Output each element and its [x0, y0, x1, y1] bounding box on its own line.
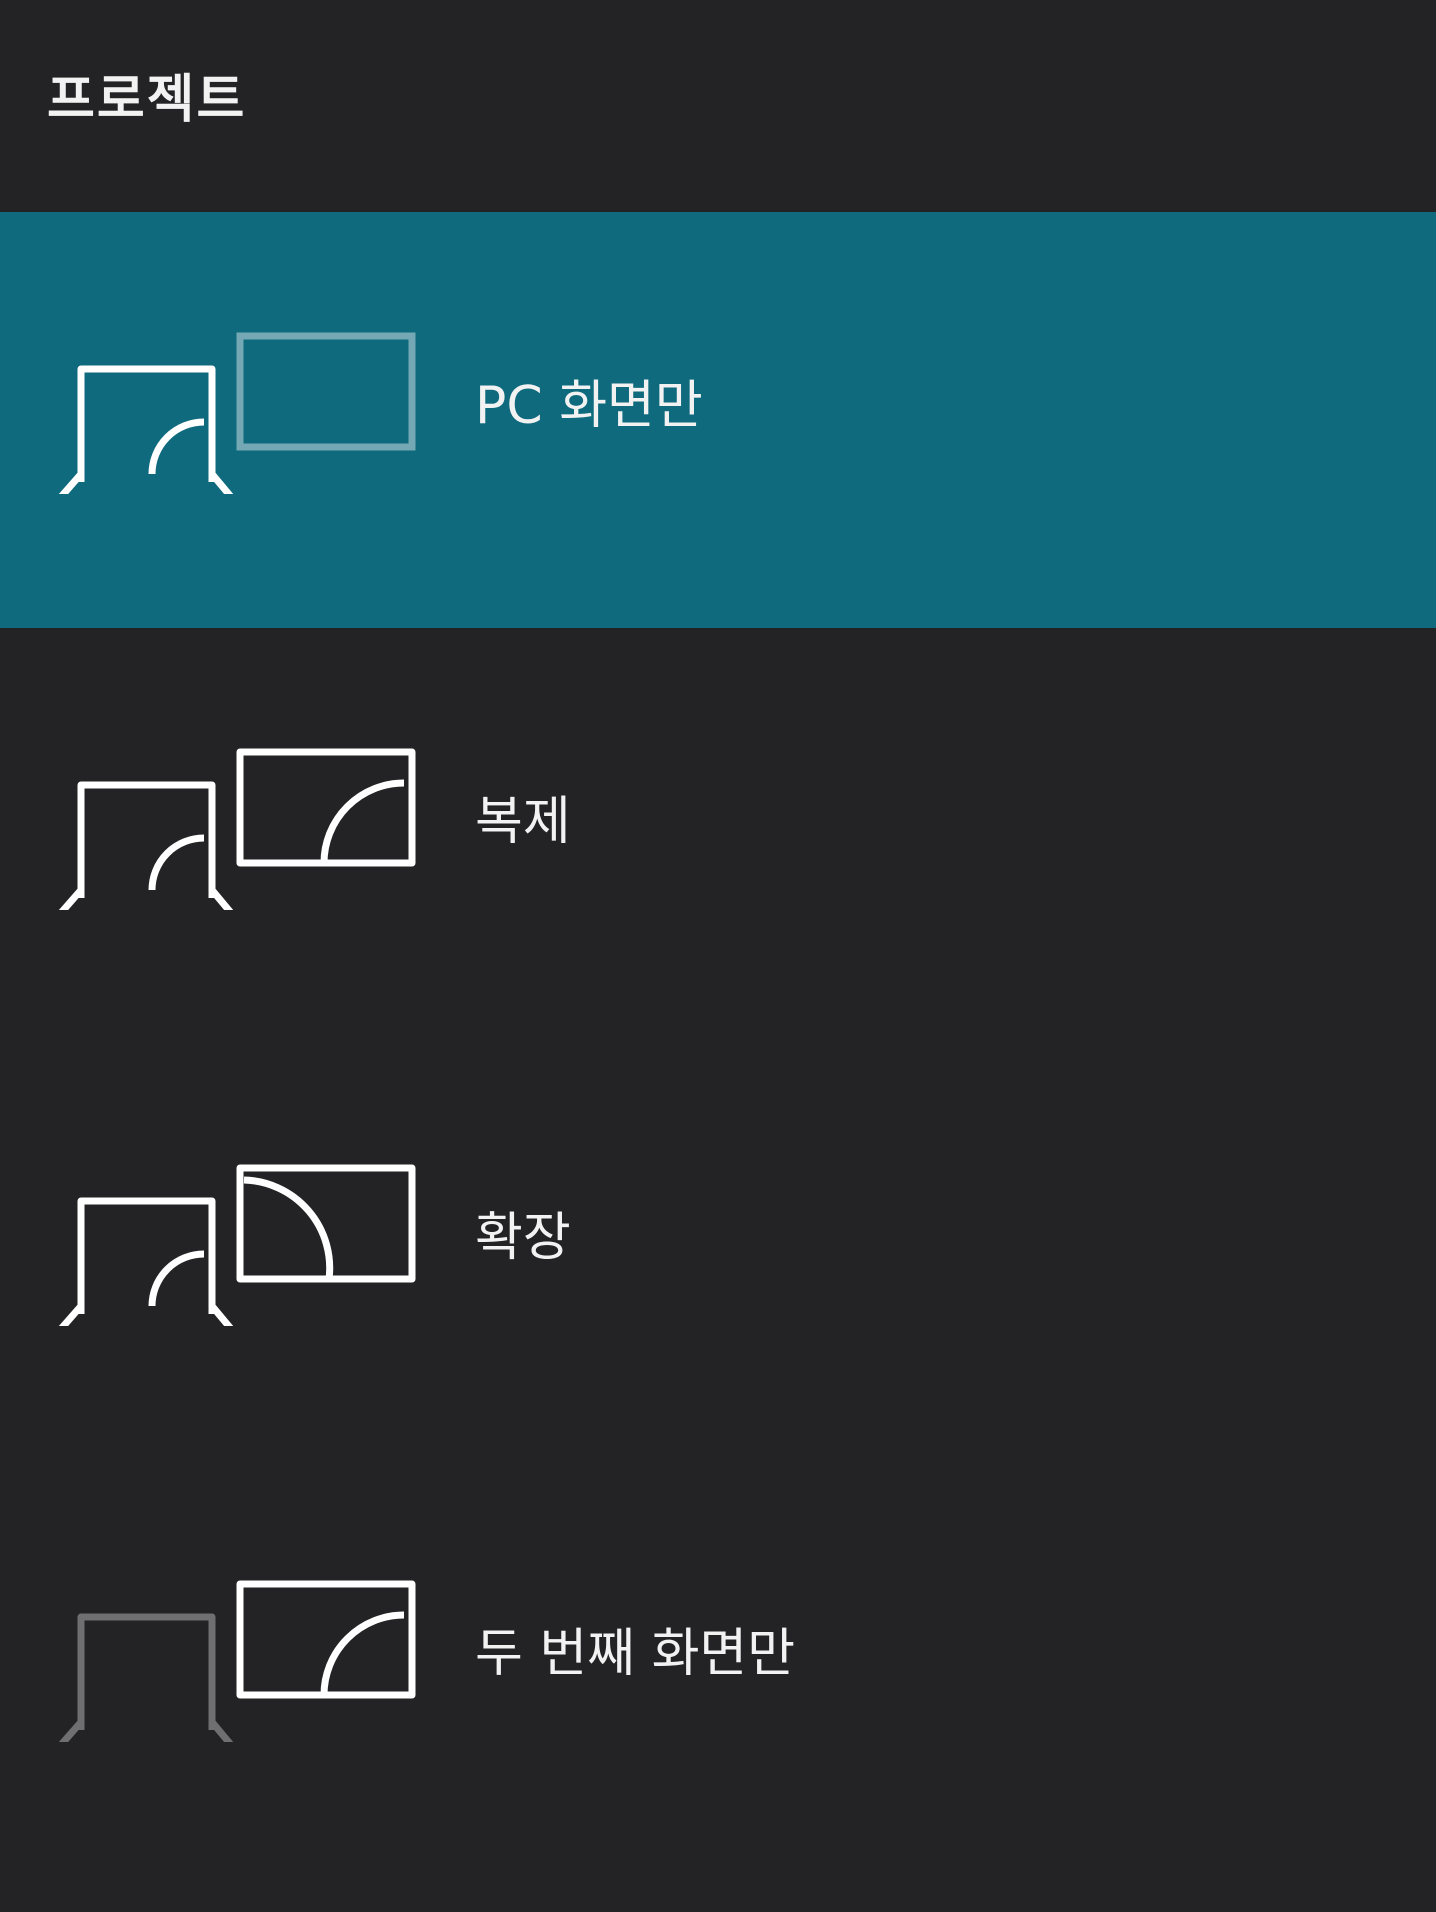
option-extend[interactable]: 확장	[0, 1044, 1436, 1460]
option-label: PC 화면만	[475, 376, 703, 436]
project-panel: 프로젝트 PC 화면만 복제 확장 두 번째 화면만	[0, 0, 1436, 1912]
second-screen-only-icon	[58, 1580, 416, 1742]
option-label: 복제	[475, 792, 571, 852]
option-label: 확장	[475, 1208, 571, 1268]
option-label: 두 번째 화면만	[475, 1624, 796, 1684]
option-duplicate[interactable]: 복제	[0, 628, 1436, 1044]
option-second-screen-only[interactable]: 두 번째 화면만	[0, 1460, 1436, 1876]
option-pc-screen-only[interactable]: PC 화면만	[0, 212, 1436, 628]
panel-title: 프로젝트	[47, 70, 247, 130]
pc-screen-only-icon	[58, 332, 416, 494]
extend-icon	[58, 1164, 416, 1326]
duplicate-icon	[58, 748, 416, 910]
